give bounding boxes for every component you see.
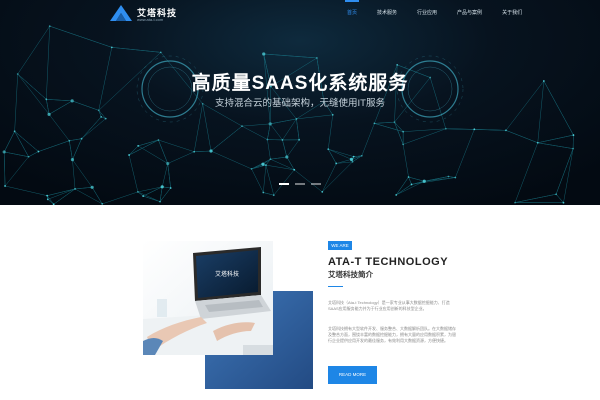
hero-subtitle: 支持混合云的基础架构，无缝使用IT服务 xyxy=(215,98,385,109)
about-title: ATA-T TECHNOLOGY xyxy=(328,256,449,268)
title-divider xyxy=(328,286,343,287)
read-more-button[interactable]: READ MORE xyxy=(328,366,377,384)
about-paragraph: 艾塔科技（Ata-t Technology）是一家专业从事大数据挖掘能力、打造S… xyxy=(328,300,450,311)
laptop-screen-text: 艾塔科技 xyxy=(215,270,239,278)
nav-item-about-us[interactable]: 关于我们 xyxy=(492,0,532,26)
slider-pagination xyxy=(279,183,321,185)
brand-url: www.ata-t.com xyxy=(137,17,164,22)
triangle-logo-icon xyxy=(110,5,132,21)
hero-title: 高质量SAAS化系统服务 xyxy=(191,73,409,94)
we-are-badge: WE ARE xyxy=(328,241,352,250)
main-nav: 首页 技术服务 行业应用 产品与案例 关于我们 xyxy=(337,0,532,26)
site-logo[interactable]: 艾塔科技 www.ata-t.com xyxy=(110,5,190,23)
top-navbar: 艾塔科技 www.ata-t.com 首页 技术服务 行业应用 产品与案例 关于… xyxy=(0,0,600,26)
nav-item-products-cases[interactable]: 产品与案例 xyxy=(447,0,492,26)
slider-dot[interactable] xyxy=(279,183,289,185)
nav-item-industry[interactable]: 行业应用 xyxy=(407,0,447,26)
slider-dot[interactable] xyxy=(311,183,321,185)
hero-banner: 艾塔科技 www.ata-t.com 首页 技术服务 行业应用 产品与案例 关于… xyxy=(0,0,600,205)
nav-item-home[interactable]: 首页 xyxy=(337,0,367,26)
slider-dot[interactable] xyxy=(295,183,305,185)
about-paragraph: 艾塔科技拥有大型软件开发、服务整合、大数据解析团队。在大数据储存及整合方面，围绕… xyxy=(328,326,456,343)
about-subtitle: 艾塔科技简介 xyxy=(328,270,373,279)
nav-item-tech-services[interactable]: 技术服务 xyxy=(367,0,407,26)
laptop-photo: 艾塔科技 xyxy=(143,241,313,389)
